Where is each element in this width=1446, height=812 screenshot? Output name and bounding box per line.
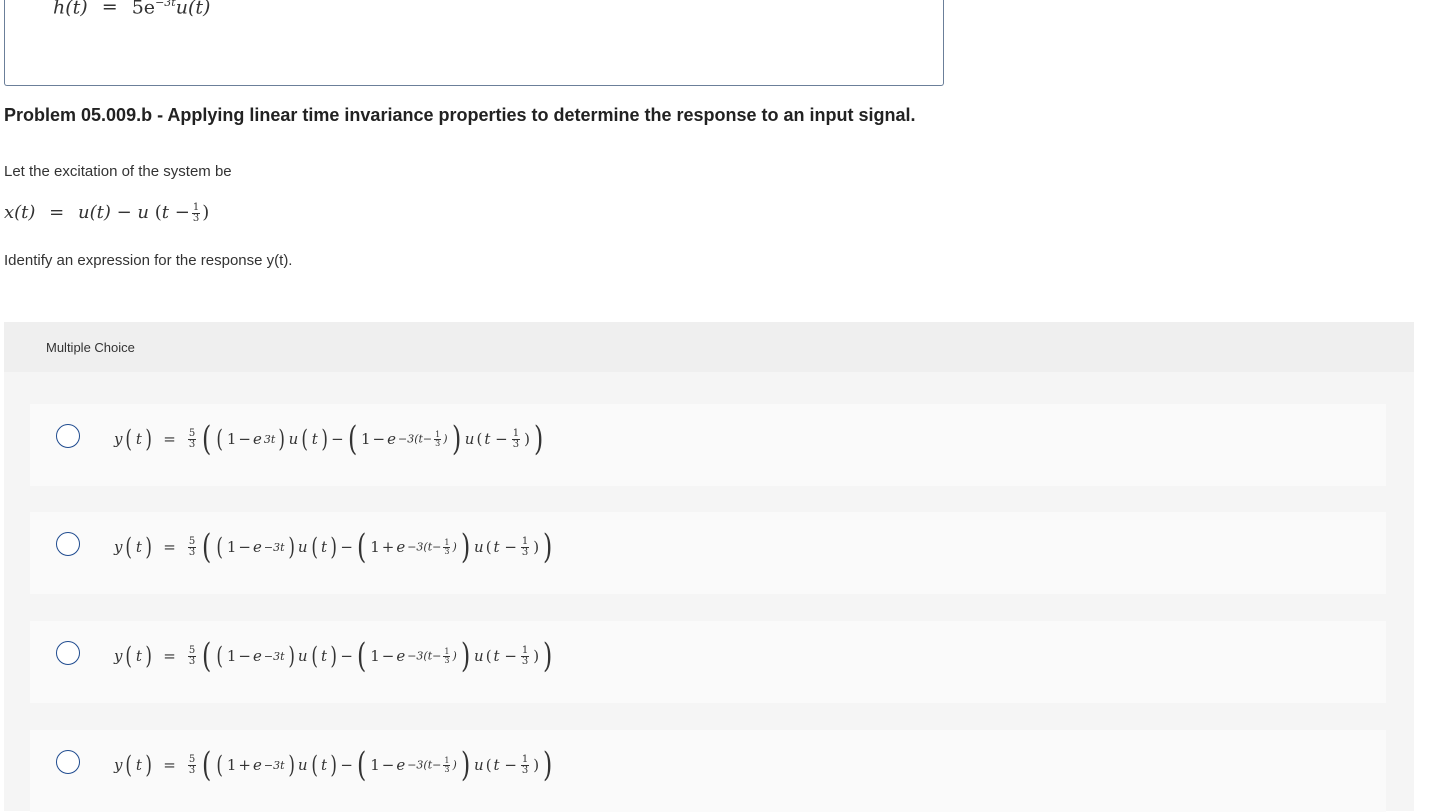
choice-option-3[interactable]: y(t) = 53 ((1− e −3t) u(t) − (1− e −3(t− 1 3)) …	[30, 621, 1386, 703]
problem-title: Problem 05.009.b - Applying linear time …	[4, 105, 916, 125]
problem-intro-text: Let the excitation of the system be	[4, 163, 232, 180]
choice-option-1[interactable]: y(t) = 53 ((1− e 3t) u(t) − (1− e −3(t− 1 3)) u…	[30, 404, 1386, 486]
radio-button[interactable]	[56, 424, 80, 448]
radio-button[interactable]	[56, 750, 80, 774]
impulse-response-equation: h(t) = 5e−3tu(t)	[53, 0, 211, 19]
choice-expression: y(t) = 53 ((1 + e −3t) u(t) − (1− e −3(t− 1 3)) …	[114, 745, 553, 785]
choice-expression: y(t) = 53 ((1− e −3t) u(t) − (1− e −3(t− 1 3)) …	[114, 636, 553, 676]
multiple-choice-panel: Multiple Choice y(t) = 53 ((1− e 3t) u(t) −…	[4, 322, 1414, 812]
previous-answer-box: h(t) = 5e−3tu(t)	[4, 0, 944, 86]
radio-button[interactable]	[56, 641, 80, 665]
choice-option-4[interactable]: y(t) = 53 ((1 + e −3t) u(t) − (1− e −3(t− 1 3)) …	[30, 730, 1386, 812]
choice-option-2[interactable]: y(t) = 53 ((1− e −3t) u(t) − (1 + e −3(t− 1 3)) …	[30, 512, 1386, 594]
excitation-equation: x(t) = u(t) − u (t −1 3)	[4, 201, 210, 224]
choice-expression: y(t) = 53 ((1− e −3t) u(t) − (1 + e −3(t− 1 3)) …	[114, 527, 553, 567]
radio-button[interactable]	[56, 532, 80, 556]
multiple-choice-header: Multiple Choice	[4, 322, 1414, 372]
identify-instruction: Identify an expression for the response …	[4, 252, 293, 269]
choice-expression: y(t) = 53 ((1− e 3t) u(t) − (1− e −3(t− 1 3)) u…	[114, 419, 544, 459]
